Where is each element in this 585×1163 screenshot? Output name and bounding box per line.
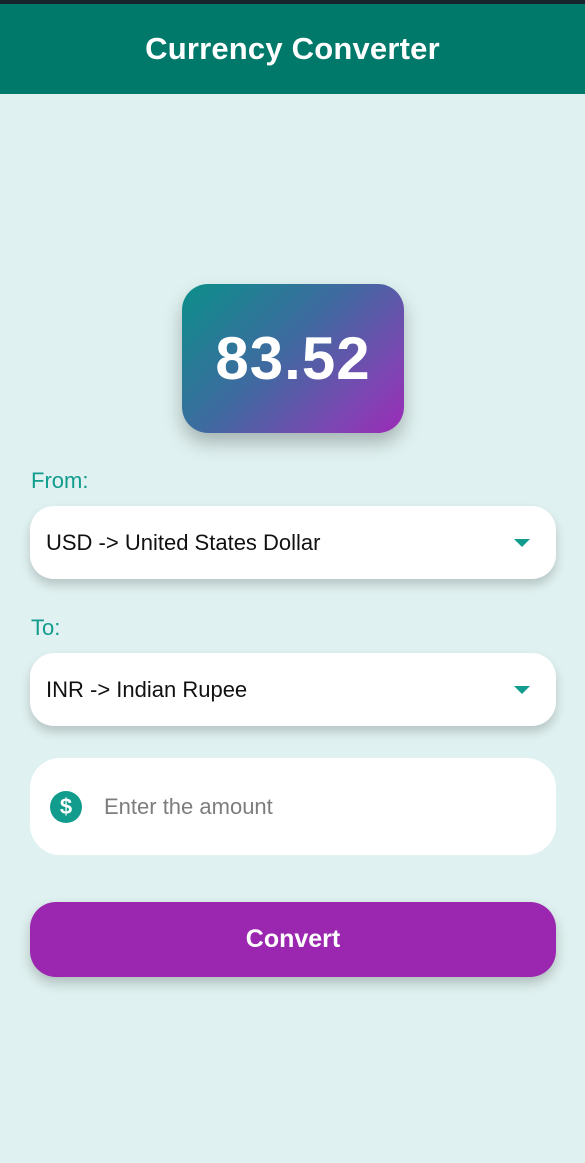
amount-field[interactable]: $ (30, 758, 556, 855)
to-currency-value: INR -> Indian Rupee (46, 676, 248, 702)
app-bar: Currency Converter (0, 4, 585, 94)
from-currency-dropdown[interactable]: USD -> United States Dollar (30, 506, 556, 579)
from-currency-value: USD -> United States Dollar (46, 529, 321, 555)
result-card: 83.52 (182, 284, 404, 433)
app-title: Currency Converter (145, 31, 440, 66)
dropdown-arrow-icon (514, 685, 530, 694)
from-label: From: (31, 468, 89, 493)
dropdown-arrow-icon (514, 538, 530, 547)
to-currency-dropdown[interactable]: INR -> Indian Rupee (30, 653, 556, 726)
dollar-circle-icon: $ (50, 790, 82, 823)
amount-input[interactable] (104, 793, 536, 820)
convert-button[interactable]: Convert (30, 902, 556, 977)
to-label: To: (31, 615, 61, 640)
converted-result: 83.52 (215, 325, 371, 392)
